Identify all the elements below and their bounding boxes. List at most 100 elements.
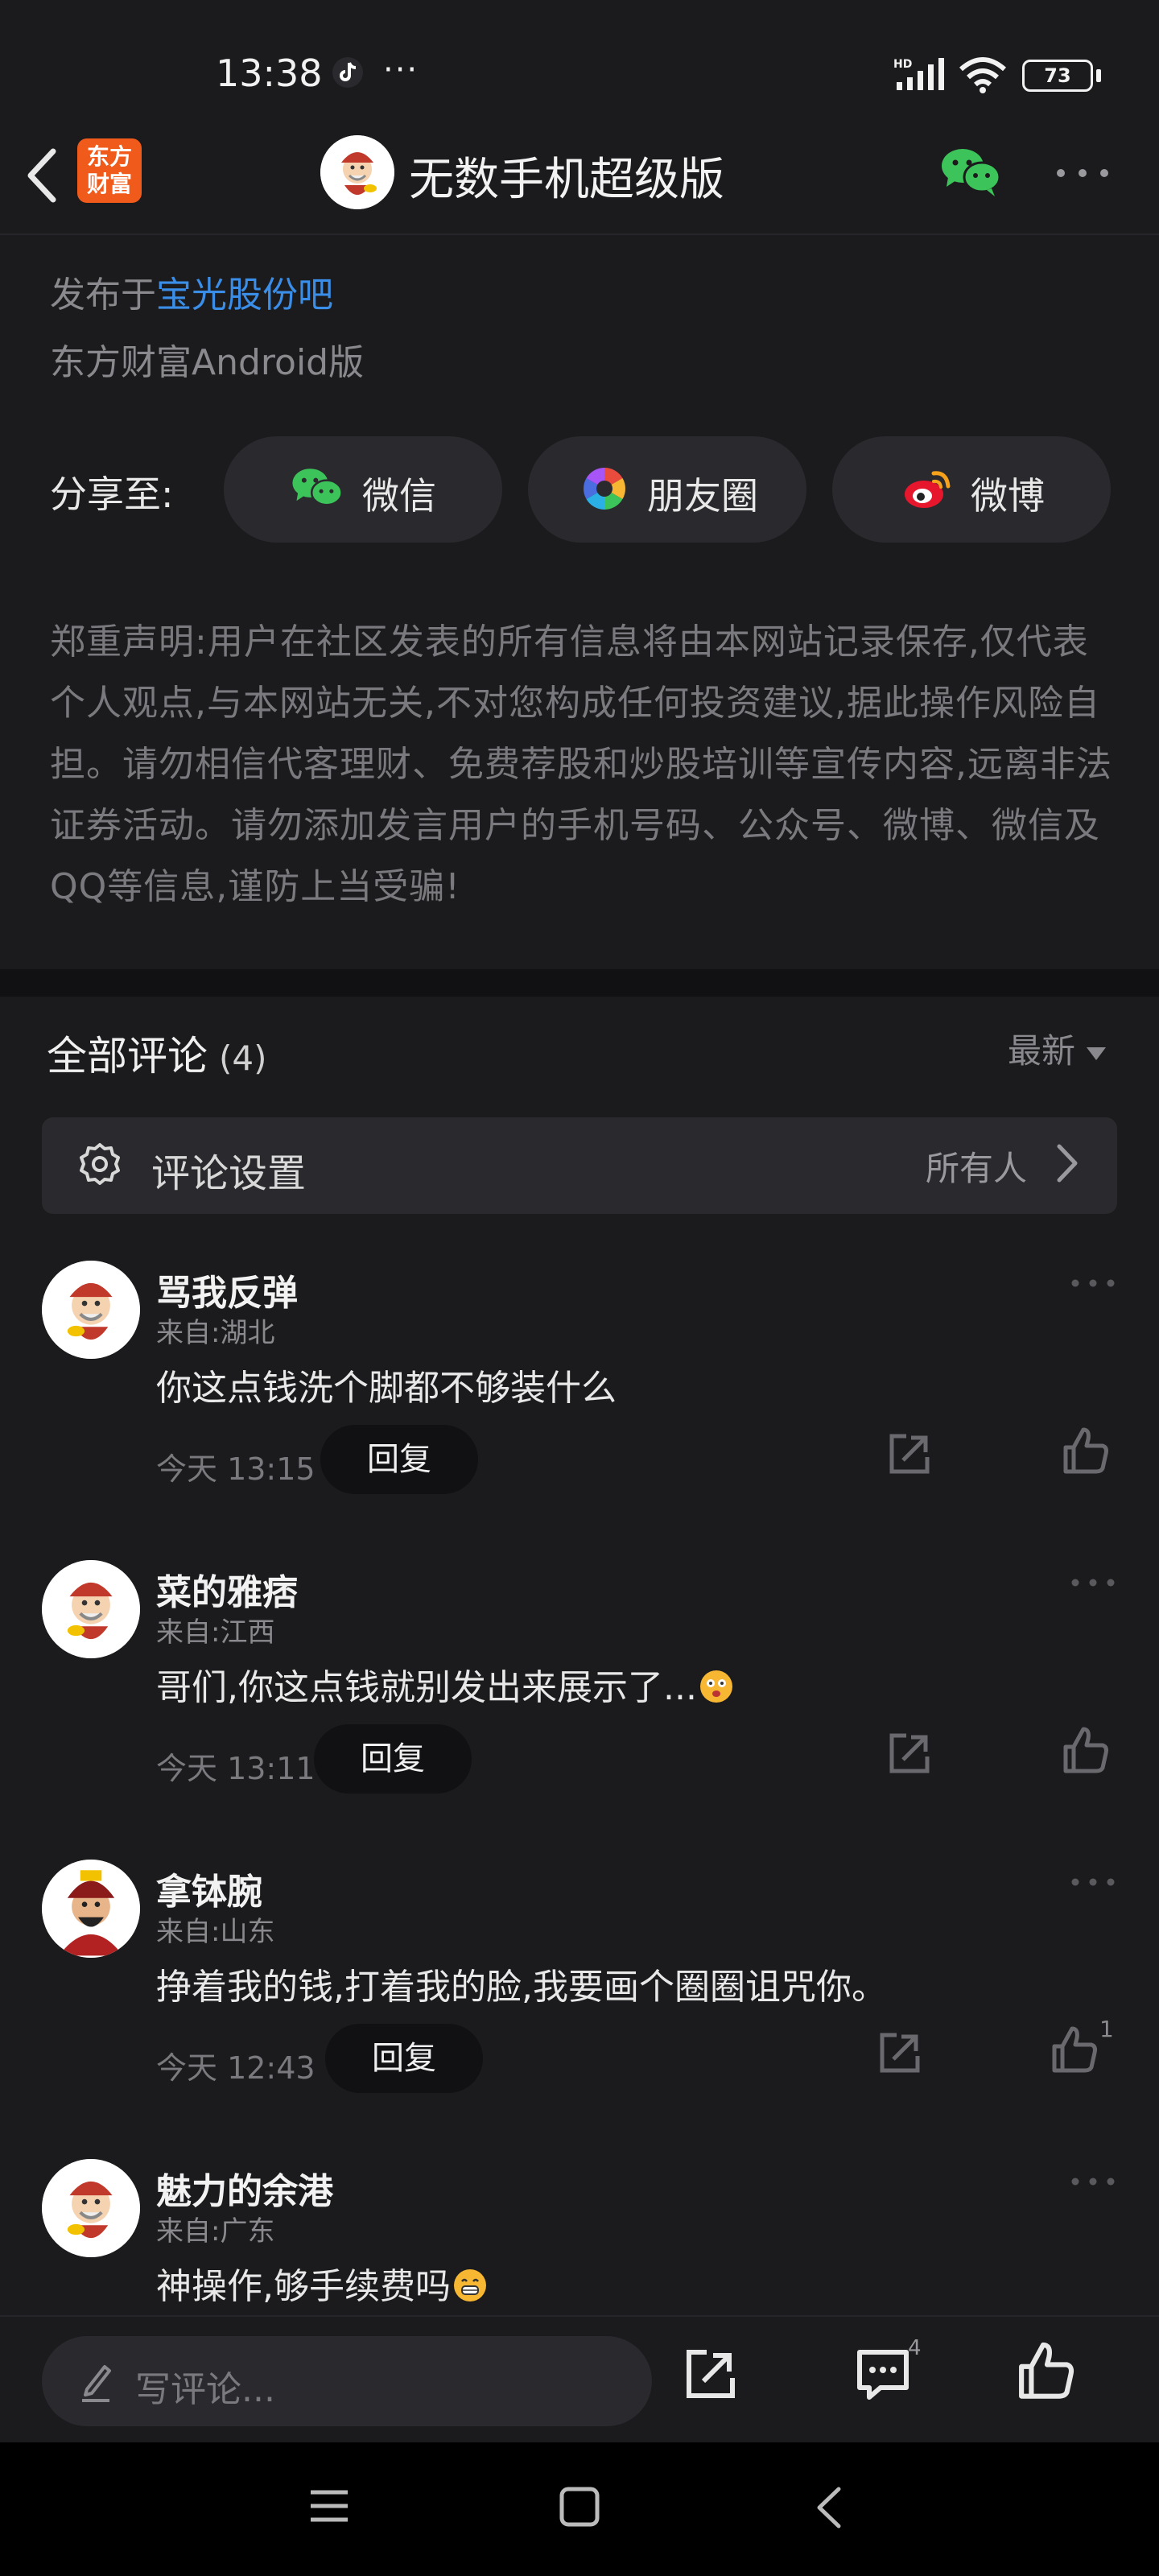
reply-button[interactable]: 回复 [314,1724,472,1794]
comment-item: 魅力的余港 来自:广东 神操作,够手续费吗 [0,2159,1159,2315]
commenter-name[interactable]: 菜的雅痞 [156,1563,298,1615]
section-divider [0,969,1159,997]
more-button[interactable] [1054,153,1111,194]
bar-link[interactable]: 宝光股份吧 [156,275,333,316]
comments-count: (4) [219,1038,267,1078]
comment-time: 今天 12:43 [156,2050,316,2086]
comment-more-button[interactable] [1070,1563,1116,1596]
commenter-name[interactable]: 骂我反弹 [156,1264,298,1315]
reply-button[interactable]: 回复 [320,1425,478,1494]
comment-time: 今天 13:11 [156,1751,316,1786]
more-icon [1057,169,1108,177]
share-moments-button[interactable]: 朋友圈 [528,436,806,543]
comment-settings-bar[interactable]: 评论设置 所有人 [42,1117,1117,1214]
like-icon [1019,2342,1074,2399]
comment-text: 挣着我的钱,打着我的脸,我要画个圈圈诅咒你。 [156,1967,887,2008]
menu-icon[interactable] [309,2486,349,2529]
commenter-location: 来自:广东 [156,2215,275,2248]
page-title: 无数手机超级版 [409,154,724,206]
share-icon[interactable] [876,2029,924,2080]
comments-button[interactable] [853,2346,913,2407]
comment-text: 哥们,你这点钱就别发出来展示了... [156,1667,697,1708]
back-button[interactable] [18,143,66,208]
header: 东方 财富 无数手机超级版 [0,121,1159,235]
like-icon[interactable] [1062,1726,1111,1779]
comment-text: 神操作,够手续费吗 [156,2266,451,2307]
reply-button[interactable]: 回复 [325,2024,483,2093]
system-nav-bar [0,2442,1159,2576]
comment-text-row: 哥们,你这点钱就别发出来展示了... [156,1658,732,1710]
brand-logo[interactable]: 东方 财富 [77,138,142,203]
wifi-icon [958,56,1008,97]
back-nav-icon[interactable] [813,2486,845,2533]
comment-more-button[interactable] [1070,2162,1116,2195]
avatar[interactable] [42,1261,140,1359]
commenter-location: 来自:江西 [156,1616,275,1649]
comment-settings-label: 评论设置 [151,1151,307,1196]
share-wechat-button[interactable]: 微信 [224,436,502,543]
share-icon[interactable] [885,1430,934,1481]
sort-dropdown[interactable]: 最新 [1008,1024,1107,1073]
published-prefix: 发布于 [50,275,156,316]
sort-label: 最新 [1008,1031,1076,1071]
commenter-name[interactable]: 魅力的余港 [156,2162,333,2214]
comment-more-button[interactable] [1070,1863,1116,1896]
svg-text:HD: HD [893,58,912,71]
comment-placeholder: 写评论... [135,2369,275,2410]
wechat-icon [290,464,344,515]
home-icon[interactable] [559,2486,600,2531]
battery-tip [1096,69,1101,82]
like-icon[interactable] [1051,2025,1099,2079]
pencil-icon [77,2360,114,2405]
comment-settings-value: 所有人 [926,1149,1028,1188]
comments-title: 全部评论 (4) [47,1024,267,1082]
published-in: 发布于宝光股份吧 [50,266,333,317]
avatar[interactable] [42,1560,140,1658]
moments-icon [581,465,628,515]
share-weibo-button[interactable]: 微博 [832,436,1111,543]
commenter-location: 来自:山东 [156,1916,275,1948]
like-button[interactable] [1017,2341,1077,2405]
comment-bubble-icon [857,2350,909,2400]
like-count: 1 [1099,2016,1114,2042]
comment-item: 拿钵腕 来自:山东 挣着我的钱,打着我的脸,我要画个圈圈诅咒你。 今天 12:4… [0,1860,1159,2159]
status-time: 13:38 [216,52,323,95]
comment-text: 你这点钱洗个脚都不够装什么 [156,1368,617,1409]
weibo-icon [901,465,953,515]
comments-title-label: 全部评论 [47,1033,208,1080]
back-arrow-icon [27,148,56,203]
gear-icon [76,1141,124,1193]
client-info: 东方财富Android版 [50,342,365,383]
bottom-action-bar: 写评论... 4 [0,2315,1159,2441]
wechat-icon[interactable] [938,143,1003,203]
comment-item: 菜的雅痞 来自:江西 哥们,你这点钱就别发出来展示了... 今天 13:11 回… [0,1560,1159,1860]
share-button[interactable] [683,2346,739,2405]
share-wechat-label: 微信 [362,474,436,518]
caret-down-icon [1087,1046,1107,1060]
author-avatar[interactable] [320,135,394,209]
disclaimer-text: 郑重声明:用户在社区发表的所有信息将由本网站记录保存,仅代表个人观点,与本网站无… [50,621,1112,907]
like-icon[interactable] [1062,1426,1111,1480]
comment-item: 骂我反弹 来自:湖北 你这点钱洗个脚都不够装什么 今天 13:15 回复 [0,1261,1159,1560]
avatar[interactable] [42,2159,140,2257]
commenter-location: 来自:湖北 [156,1317,275,1349]
battery-level: 73 [1044,64,1071,87]
tiktok-icon [332,56,364,89]
signal-icon: HD [893,56,950,97]
write-comment-input[interactable]: 写评论... [42,2336,652,2426]
brand-logo-line2: 财富 [86,171,132,197]
comment-count-badge: 4 [908,2336,922,2360]
share-weibo-label: 微博 [971,474,1045,518]
comment-time: 今天 13:15 [156,1451,316,1487]
share-moments-label: 朋友圈 [647,474,758,518]
grinning-face-emoji-icon [454,2269,486,2301]
commenter-name[interactable]: 拿钵腕 [156,1863,262,1914]
avatar[interactable] [42,1860,140,1958]
comment-text-row: 神操作,够手续费吗 [156,2257,486,2309]
chevron-right-icon [1053,1141,1082,1188]
share-label: 分享至: [50,473,174,516]
share-icon[interactable] [885,1729,934,1781]
battery-icon: 73 [1022,60,1093,92]
brand-logo-line1: 东方 [86,143,132,170]
comment-more-button[interactable] [1070,1264,1116,1297]
